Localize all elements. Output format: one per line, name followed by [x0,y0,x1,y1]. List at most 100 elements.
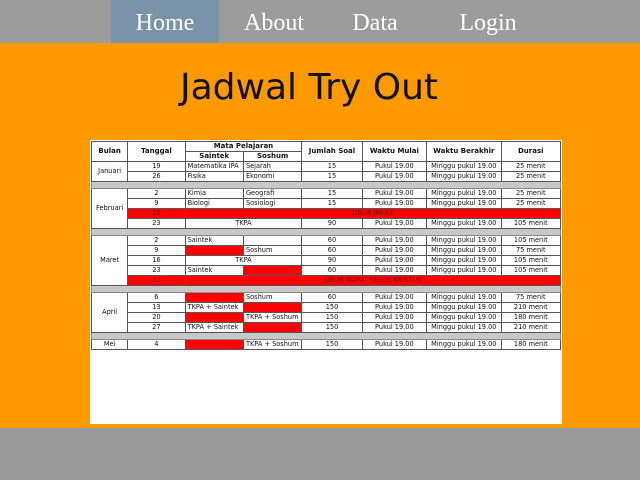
soal-cell: 90 [301,218,363,229]
durasi-cell: 25 menit [500,161,562,172]
footer-bar [0,428,640,480]
soal-cell: 60 [301,292,363,303]
berakhir-cell: Minggu pukul 19.00 [426,245,502,256]
soal-cell: 150 [301,339,363,350]
berakhir-cell: Minggu pukul 19.00 [426,292,502,303]
soal-cell: 60 [301,235,363,246]
berakhir-cell: Minggu pukul 19.00 [426,171,502,182]
header-soshum: Soshum [242,151,303,162]
soal-cell: 150 [301,312,363,323]
soshum-cell: Soshum [242,245,303,256]
tanggal-cell: 26 [127,171,186,182]
nav-login-link[interactable]: Login [440,0,536,43]
mulai-cell: Pukul 19.00 [361,171,428,182]
separator-row [91,285,561,293]
holiday-row: 16 LIBUR IMLEK [92,208,562,219]
holiday-row: 30 LIBUR WAFAT YESUS KRISTUS [92,275,562,286]
tanggal-cell: 9 [127,198,186,209]
header-saintek: Saintek [184,151,244,162]
mulai-cell: Pukul 19.00 [361,161,428,172]
mulai-cell: Pukul 19.00 [361,255,428,266]
berakhir-cell: Minggu pukul 19.00 [426,312,502,323]
berakhir-cell: Minggu pukul 19.00 [426,322,502,333]
header-bulan: Bulan [90,141,129,162]
mulai-cell: Pukul 19.00 [361,265,428,276]
header-waktu-berakhir: Waktu Berakhir [426,141,502,162]
separator-row [91,228,561,236]
header-durasi: Durasi [500,141,562,162]
soal-cell: 15 [301,171,363,182]
tanggal-cell: 16 [127,208,186,219]
header-waktu-mulai: Waktu Mulai [361,141,428,162]
table-row: 9 Biologi Sosiologi 15 Pukul 19.00 Mingg… [92,198,562,209]
tanggal-cell: 2 [127,235,186,246]
durasi-cell: 25 menit [500,198,562,209]
schedule-table-container: Bulan Tanggal Mata Pelajaran Jumlah Soal… [90,140,562,424]
mulai-cell: Pukul 19.00 [361,235,428,246]
tanggal-cell: 19 [127,161,186,172]
combined-subject-cell: TKPA [184,255,303,266]
durasi-cell: 105 menit [500,235,562,246]
saintek-cell: Saintek [184,265,244,276]
table-row: Januari 19 Matematika IPA Sejarah 15 Puk… [90,161,562,182]
month-cell: April [90,292,129,333]
saintek-cell [184,292,244,303]
durasi-cell: 75 menit [500,245,562,256]
berakhir-cell: Minggu pukul 19.00 [426,255,502,266]
soal-cell: 15 [301,161,363,172]
tanggal-cell: 6 [127,292,186,303]
month-cell: Januari [90,161,129,182]
table-row: 20 TKPA + Soshum 150 Pukul 19.00 Minggu … [92,312,562,323]
nav-about-link[interactable]: About [224,0,324,43]
mulai-cell: Pukul 19.00 [361,292,428,303]
berakhir-cell: Minggu pukul 19.00 [426,188,502,199]
top-navbar: Home About Data Login [0,0,640,43]
berakhir-cell: Minggu pukul 19.00 [426,302,502,313]
durasi-cell: 180 menit [500,339,562,350]
soshum-cell: Soshum [242,292,303,303]
soal-cell: 150 [301,302,363,313]
holiday-note: LIBUR IMLEK [184,208,562,219]
nav-data-link[interactable]: Data [330,0,420,43]
soal-cell: 60 [301,265,363,276]
table-row: 23 TKPA 90 Pukul 19.00 Minggu pukul 19.0… [92,218,562,229]
soshum-cell: TKPA + Soshum [242,339,303,350]
berakhir-cell: Minggu pukul 19.00 [426,161,502,172]
saintek-cell: Fisika [184,171,244,182]
mulai-cell: Pukul 19.00 [361,312,428,323]
header-jumlah-soal: Jumlah Soal [301,141,363,162]
soshum-cell [242,302,303,313]
table-row: Mei 4 TKPA + Soshum 150 Pukul 19.00 Ming… [90,339,562,350]
soshum-cell [242,322,303,333]
mulai-cell: Pukul 19.00 [361,322,428,333]
nav-home-link[interactable]: Home [111,0,219,43]
berakhir-cell: Minggu pukul 19.00 [426,339,502,350]
soshum-cell: Sosiologi [242,198,303,209]
tanggal-cell: 13 [127,302,186,313]
month-cell: Februari [90,188,129,229]
soal-cell: 15 [301,198,363,209]
saintek-cell: Matematika IPA [184,161,244,172]
table-row: 9 Soshum 60 Pukul 19.00 Minggu pukul 19.… [92,245,562,256]
month-cell: Maret [90,235,129,286]
tanggal-cell: 23 [127,218,186,229]
header-mata-pelajaran: Mata Pelajaran [184,141,303,152]
durasi-cell: 210 menit [500,302,562,313]
saintek-cell: Biologi [184,198,244,209]
mulai-cell: Pukul 19.00 [361,302,428,313]
durasi-cell: 75 menit [500,292,562,303]
saintek-cell: TKPA + Saintek [184,322,244,333]
saintek-cell: Kimia [184,188,244,199]
soal-cell: 15 [301,188,363,199]
tanggal-cell: 20 [127,312,186,323]
holiday-note: LIBUR WAFAT YESUS KRISTUS [184,275,562,286]
berakhir-cell: Minggu pukul 19.00 [426,218,502,229]
separator-cell [91,228,561,236]
soshum-cell: Geografi [242,188,303,199]
mulai-cell: Pukul 19.00 [361,218,428,229]
mulai-cell: Pukul 19.00 [361,188,428,199]
tanggal-cell: 30 [127,275,186,286]
saintek-cell [184,339,244,350]
durasi-cell: 105 menit [500,218,562,229]
page-title: Jadwal Try Out [180,67,438,108]
